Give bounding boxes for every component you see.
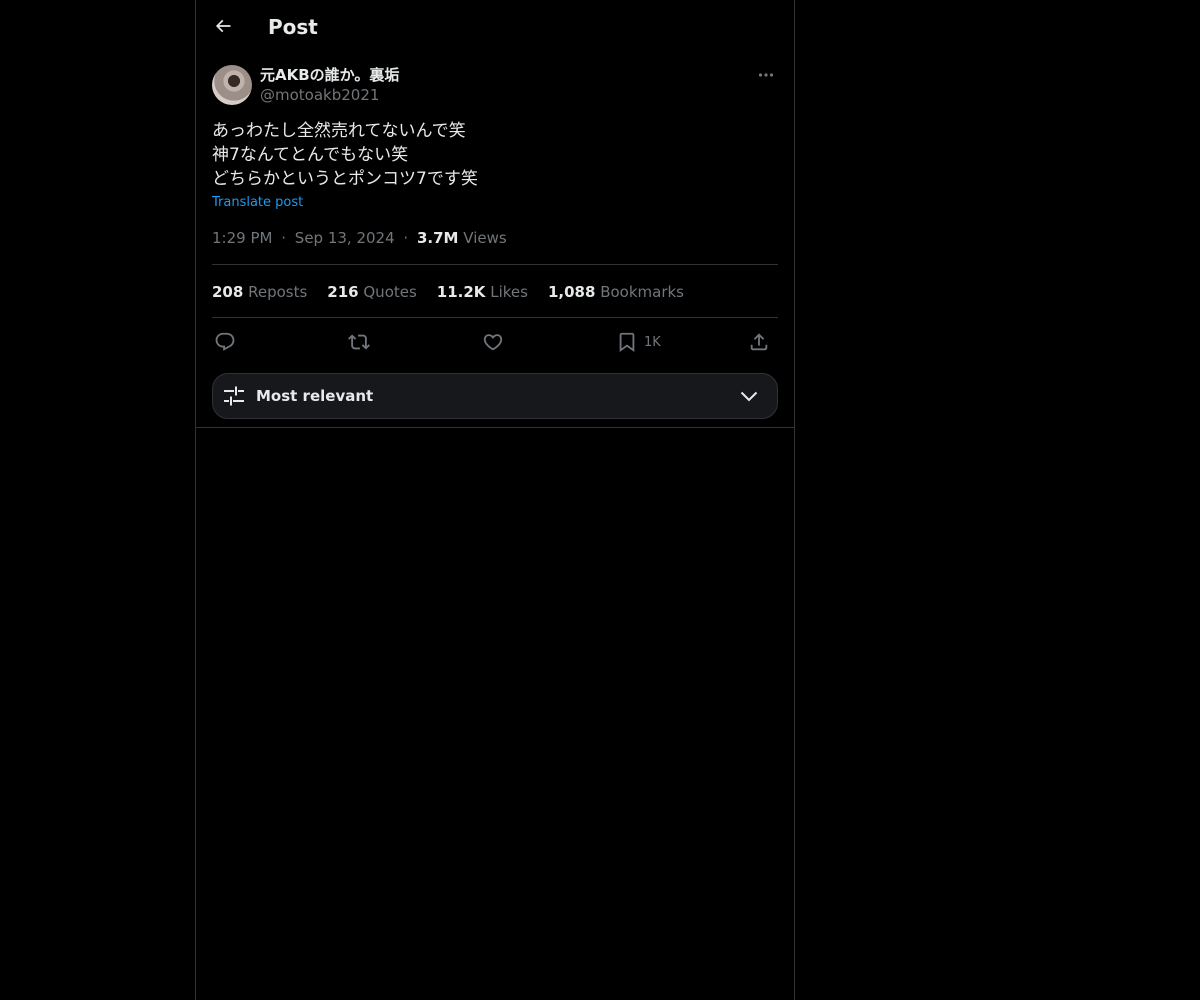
likes-count: 11.2K — [436, 283, 486, 301]
post-date[interactable]: Sep 13, 2024 — [295, 229, 395, 247]
share-button[interactable] — [748, 328, 770, 356]
heart-icon — [482, 331, 504, 353]
divider — [212, 317, 778, 318]
views-label: Views — [463, 229, 507, 247]
reposts-label: Reposts — [248, 283, 308, 301]
ellipsis-icon — [758, 72, 774, 78]
reposts-count: 208 — [212, 283, 244, 301]
bookmarks-label: Bookmarks — [600, 283, 684, 301]
page-header: Post — [196, 0, 794, 54]
meta-separator: · — [281, 229, 287, 247]
quotes-count: 216 — [327, 283, 359, 301]
quotes-label: Quotes — [363, 283, 417, 301]
post-time[interactable]: 1:29 PM — [212, 229, 272, 247]
post-author: 元AKBの誰か。裏垢 @motoakb2021 — [212, 64, 778, 108]
like-button[interactable] — [482, 328, 504, 356]
arrow-left-icon — [213, 16, 233, 36]
author-handle[interactable]: @motoakb2021 — [260, 85, 379, 105]
repost-icon — [348, 331, 370, 353]
more-options-button[interactable] — [754, 64, 778, 86]
chevron-down-icon — [739, 386, 759, 406]
bookmarks-stat[interactable]: 1,088 Bookmarks — [548, 282, 684, 302]
divider — [212, 264, 778, 265]
avatar[interactable] — [212, 65, 252, 105]
author-display-name[interactable]: 元AKBの誰か。裏垢 — [260, 65, 399, 85]
share-icon — [748, 331, 770, 353]
bookmark-icon — [616, 331, 638, 353]
bookmark-count: 1K — [644, 334, 661, 350]
post-text: あっわたし全然売れてないんで笑 神7なんてとんでもない笑 どちらかというとポンコ… — [212, 121, 478, 189]
repost-button[interactable] — [348, 328, 370, 356]
sort-label: Most relevant — [256, 387, 374, 405]
reply-icon — [214, 331, 236, 353]
bookmark-button[interactable]: 1K — [616, 328, 661, 356]
reply-button[interactable] — [214, 328, 236, 356]
post-detail-column: Post 元AKBの誰か。裏垢 @motoakb2021 あっわたし全然売れてな… — [195, 0, 795, 1000]
post-stats: 208 Reposts 216 Quotes 11.2K Likes 1,088… — [212, 282, 684, 302]
reposts-stat[interactable]: 208 Reposts — [212, 282, 307, 302]
likes-label: Likes — [490, 283, 528, 301]
post-actions: 1K — [212, 328, 778, 356]
meta-separator: · — [403, 229, 409, 247]
views-count: 3.7M — [416, 229, 459, 247]
back-button[interactable] — [206, 9, 240, 43]
translate-post-link[interactable]: Translate post — [212, 194, 303, 212]
reply-sort-dropdown[interactable]: Most relevant — [212, 373, 778, 419]
divider — [196, 427, 794, 428]
page-title: Post — [268, 15, 318, 39]
post-meta: 1:29 PM · Sep 13, 2024 · 3.7M Views — [212, 228, 507, 248]
sliders-icon — [223, 385, 245, 407]
likes-stat[interactable]: 11.2K Likes — [437, 282, 528, 302]
bookmarks-count: 1,088 — [547, 283, 596, 301]
quotes-stat[interactable]: 216 Quotes — [327, 282, 417, 302]
